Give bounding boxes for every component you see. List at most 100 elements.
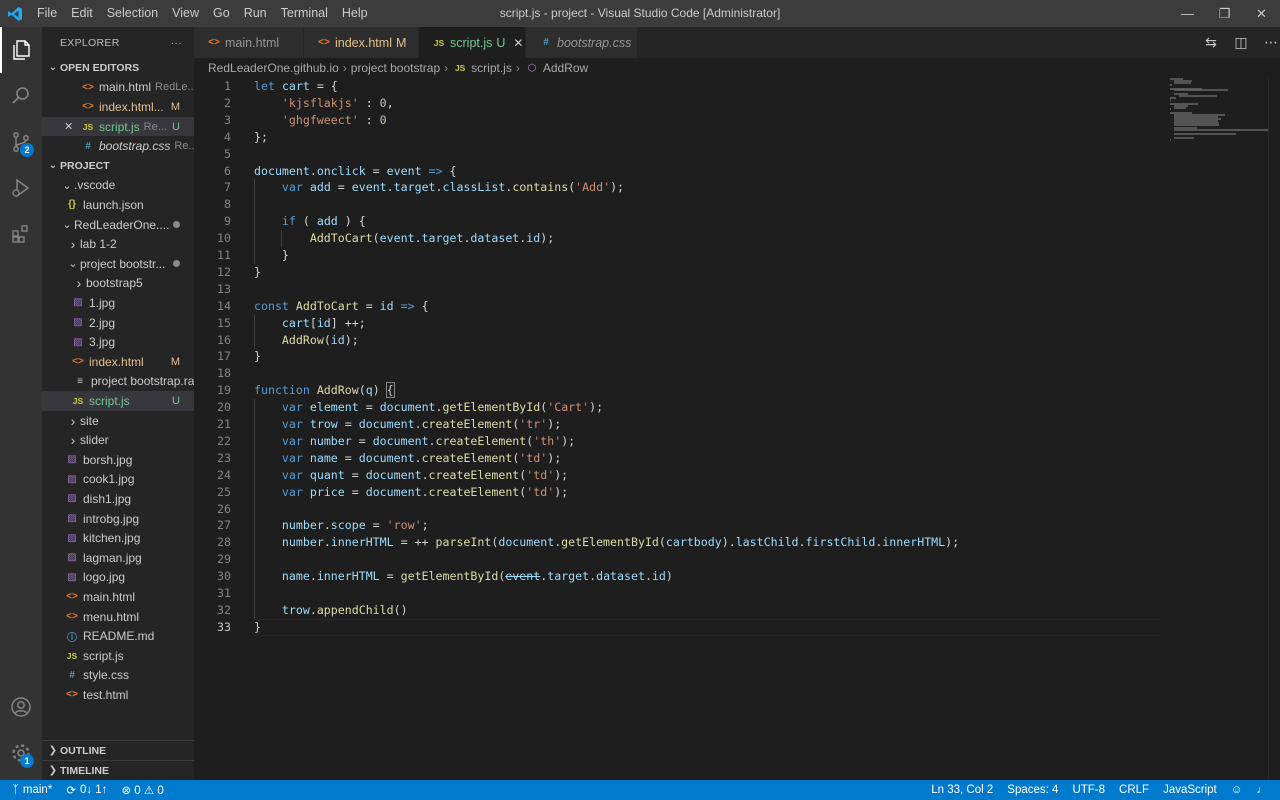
folder-item[interactable]: › slider: [42, 430, 194, 450]
code-line[interactable]: 9 if ( add ) {: [194, 213, 1160, 230]
feedback-icon[interactable]: ☺: [1231, 784, 1243, 796]
file-item[interactable]: ▨ introbg.jpg: [42, 509, 194, 529]
file-item[interactable]: ▨ cook1.jpg: [42, 470, 194, 490]
code-line[interactable]: 5: [194, 146, 1160, 163]
code-line[interactable]: 19 function AddRow(q) {: [194, 382, 1160, 399]
code-line[interactable]: 3 'ghgfweect' : 0: [194, 112, 1160, 129]
breadcrumb-item[interactable]: script.js: [471, 61, 512, 75]
code-line[interactable]: 10 AddToCart(event.target.dataset.id);: [194, 230, 1160, 247]
account-icon[interactable]: [0, 684, 42, 730]
folder-item[interactable]: ⌄ RedLeaderOne....: [42, 215, 194, 235]
code-line[interactable]: 33}: [194, 619, 1160, 636]
code-line[interactable]: 29: [194, 551, 1160, 568]
open-editor-item[interactable]: <> main.html RedLe...: [42, 78, 194, 98]
file-item[interactable]: {} launch.json: [42, 195, 194, 215]
project-section[interactable]: ⌄ PROJECT: [42, 156, 194, 176]
code-line[interactable]: 16 AddRow(id);: [194, 332, 1160, 349]
code-line[interactable]: 30 name.innerHTML = getElementById(event…: [194, 568, 1160, 585]
menu-item-view[interactable]: View: [165, 0, 206, 27]
sync-status[interactable]: ⟳ 0↓ 1↑: [66, 783, 107, 797]
open-editor-item[interactable]: ✕ JS script.js Re... U: [42, 116, 194, 137]
restore-button[interactable]: ❐: [1206, 0, 1243, 27]
code-line[interactable]: 14 const AddToCart = id => {: [194, 298, 1160, 315]
open-editors-section[interactable]: ⌄ OPEN EDITORS: [42, 58, 194, 78]
code-line[interactable]: 17}: [194, 348, 1160, 365]
file-item[interactable]: <> index.html M: [42, 352, 194, 372]
code-line[interactable]: 26: [194, 501, 1160, 518]
settings-gear-icon[interactable]: 1: [0, 730, 42, 776]
code-line[interactable]: 25 var price = document.createElement('t…: [194, 484, 1160, 501]
open-editor-item[interactable]: <> index.html... M: [42, 97, 194, 117]
split-editor-icon[interactable]: ◫: [1232, 34, 1250, 51]
file-item[interactable]: ▨ 3.jpg: [42, 332, 194, 352]
tab-script-js[interactable]: JS script.js U ✕: [419, 27, 526, 58]
close-tab-icon[interactable]: ✕: [513, 36, 523, 50]
more-actions-icon[interactable]: ⋯: [1262, 34, 1280, 51]
tab-bootstrap-css[interactable]: # bootstrap.css: [526, 27, 638, 58]
close-window-button[interactable]: ✕: [1243, 0, 1280, 27]
folder-item[interactable]: ⌄ project bootstr...: [42, 254, 194, 274]
compare-changes-icon[interactable]: ⇆: [1202, 34, 1220, 51]
problems-status[interactable]: ⊗ 0 ⚠ 0: [121, 783, 163, 797]
menu-item-file[interactable]: File: [30, 0, 64, 27]
branch-status[interactable]: ᛉ main*: [12, 784, 52, 796]
code-line[interactable]: 18: [194, 365, 1160, 382]
code-line[interactable]: 11 }: [194, 247, 1160, 264]
file-item[interactable]: ▨ logo.jpg: [42, 568, 194, 588]
code-line[interactable]: 27 number.scope = 'row';: [194, 517, 1160, 534]
cursor-position[interactable]: Ln 33, Col 2: [931, 784, 993, 796]
code-line[interactable]: 1 let cart = {: [194, 78, 1160, 95]
outline-section[interactable]: ❯ OUTLINE: [42, 740, 194, 760]
language-mode[interactable]: JavaScript: [1163, 784, 1217, 796]
code-line[interactable]: 24 var quant = document.createElement('t…: [194, 467, 1160, 484]
minimap[interactable]: [1164, 78, 1271, 780]
code-line[interactable]: 4};: [194, 129, 1160, 146]
file-item[interactable]: ▨ 2.jpg: [42, 313, 194, 333]
timeline-section[interactable]: ❯ TIMELINE: [42, 760, 194, 780]
close-icon[interactable]: ✕: [64, 120, 80, 133]
file-item[interactable]: <> main.html: [42, 587, 194, 607]
menu-item-selection[interactable]: Selection: [100, 0, 165, 27]
menu-item-edit[interactable]: Edit: [64, 0, 100, 27]
code-line[interactable]: 15 cart[id] ++;: [194, 315, 1160, 332]
folder-item[interactable]: › bootstrap5: [42, 274, 194, 294]
eol-status[interactable]: CRLF: [1119, 784, 1149, 796]
code-line[interactable]: 8: [194, 196, 1160, 213]
menu-item-help[interactable]: Help: [335, 0, 375, 27]
run-debug-icon[interactable]: [0, 165, 42, 211]
file-item[interactable]: <> menu.html: [42, 607, 194, 627]
indentation-status[interactable]: Spaces: 4: [1007, 784, 1058, 796]
tab-index-html[interactable]: <> index.html M: [304, 27, 419, 58]
code-line[interactable]: 20 var element = document.getElementById…: [194, 399, 1160, 416]
notifications-bell-icon[interactable]: ♩: [1257, 784, 1269, 796]
code-line[interactable]: 12}: [194, 264, 1160, 281]
file-item[interactable]: JS script.js U: [42, 391, 194, 411]
folder-item[interactable]: › lab 1-2: [42, 234, 194, 254]
encoding-status[interactable]: UTF-8: [1072, 784, 1105, 796]
file-item[interactable]: ▨ 1.jpg: [42, 293, 194, 313]
file-item[interactable]: ▨ borsh.jpg: [42, 450, 194, 470]
folder-item[interactable]: ⌄ .vscode: [42, 176, 194, 196]
menu-item-terminal[interactable]: Terminal: [274, 0, 335, 27]
source-control-icon[interactable]: 2: [0, 119, 42, 165]
code-line[interactable]: 31: [194, 585, 1160, 602]
file-item[interactable]: ▨ dish1.jpg: [42, 489, 194, 509]
folder-item[interactable]: › site: [42, 411, 194, 431]
file-item[interactable]: ▨ kitchen.jpg: [42, 528, 194, 548]
tab-main-html[interactable]: <> main.html: [194, 27, 304, 58]
breadcrumb-item[interactable]: project bootstrap: [351, 61, 440, 75]
file-item[interactable]: ≡ project bootstrap.rar: [42, 372, 194, 392]
search-icon[interactable]: [0, 73, 42, 119]
code-line[interactable]: 32 trow.appendChild(): [194, 602, 1160, 619]
extensions-icon[interactable]: [0, 211, 42, 257]
minimize-button[interactable]: —: [1169, 0, 1206, 27]
vertical-scrollbar[interactable]: [1268, 78, 1280, 780]
code-line[interactable]: 28 number.innerHTML = ++ parseInt(docume…: [194, 534, 1160, 551]
code-line[interactable]: 23 var name = document.createElement('td…: [194, 450, 1160, 467]
code-line[interactable]: 21 var trow = document.createElement('tr…: [194, 416, 1160, 433]
code-line[interactable]: 7 var add = event.target.classList.conta…: [194, 179, 1160, 196]
menu-item-run[interactable]: Run: [237, 0, 274, 27]
code-editor[interactable]: 1 let cart = {2 'kjsflakjs' : 0, 3 'ghgfwe…: [194, 78, 1164, 780]
file-item[interactable]: ⓘ README.md: [42, 626, 194, 646]
open-editor-item[interactable]: # bootstrap.cssRe...: [42, 136, 194, 156]
